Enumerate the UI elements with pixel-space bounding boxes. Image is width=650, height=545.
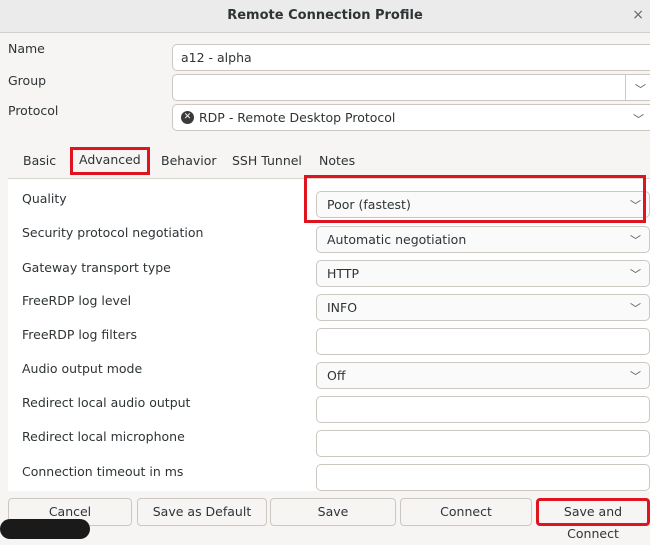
freerdp-log-level-value: INFO bbox=[327, 300, 358, 315]
chevron-down-icon: ﹀ bbox=[630, 234, 641, 247]
save-as-default-button[interactable]: Save as Default bbox=[137, 498, 267, 526]
redirect-audio-output-input[interactable] bbox=[316, 396, 650, 423]
freerdp-log-level-label: FreeRDP log level bbox=[22, 293, 132, 308]
chevron-down-icon[interactable]: ﹀ bbox=[635, 81, 646, 97]
save-button[interactable]: Save bbox=[270, 498, 396, 526]
protocol-select[interactable]: ✕ RDP - Remote Desktop Protocol ﹀ bbox=[172, 104, 650, 131]
freerdp-log-level-select[interactable]: INFO ﹀ bbox=[316, 294, 650, 321]
redirect-microphone-input[interactable] bbox=[316, 430, 650, 457]
audio-output-mode-value: Off bbox=[327, 368, 346, 383]
title-bar: Remote Connection Profile × bbox=[0, 0, 650, 33]
tab-notes[interactable]: Notes bbox=[319, 150, 355, 172]
security-negotiation-select[interactable]: Automatic negotiation ﹀ bbox=[316, 226, 650, 253]
window-title: Remote Connection Profile bbox=[227, 8, 423, 23]
chevron-down-icon[interactable]: ﹀ bbox=[633, 111, 644, 127]
connect-button[interactable]: Connect bbox=[400, 498, 532, 526]
freerdp-log-filters-label: FreeRDP log filters bbox=[22, 327, 137, 342]
action-bar: Cancel Save as Default Save Connect Save… bbox=[0, 498, 650, 541]
redirect-microphone-label: Redirect local microphone bbox=[22, 429, 185, 444]
redirect-audio-output-label: Redirect local audio output bbox=[22, 395, 191, 410]
protocol-value: RDP - Remote Desktop Protocol bbox=[199, 110, 396, 125]
overlay-pill bbox=[0, 519, 90, 539]
group-combo[interactable]: ﹀ bbox=[172, 74, 650, 101]
connection-timeout-label: Connection timeout in ms bbox=[22, 464, 184, 479]
security-negotiation-value: Automatic negotiation bbox=[327, 232, 467, 247]
connection-timeout-input[interactable] bbox=[316, 464, 650, 491]
group-label: Group bbox=[8, 73, 47, 88]
close-icon[interactable]: × bbox=[632, 7, 644, 23]
gateway-transport-select[interactable]: HTTP ﹀ bbox=[316, 260, 650, 287]
name-label: Name bbox=[8, 41, 45, 56]
name-value: a12 - alpha bbox=[181, 50, 252, 65]
advanced-panel: Quality Poor (fastest) ﹀ Security protoc… bbox=[8, 175, 650, 491]
gateway-transport-value: HTTP bbox=[327, 266, 359, 281]
group-combo-divider bbox=[625, 75, 626, 100]
chevron-down-icon: ﹀ bbox=[630, 268, 641, 281]
save-and-connect-button[interactable]: Save and Connect bbox=[536, 498, 650, 541]
gateway-transport-label: Gateway transport type bbox=[22, 260, 171, 275]
tab-basic[interactable]: Basic bbox=[23, 150, 56, 172]
tab-ssh-tunnel[interactable]: SSH Tunnel bbox=[232, 150, 302, 172]
audio-output-mode-select[interactable]: Off ﹀ bbox=[316, 362, 650, 389]
rdp-protocol-icon: ✕ bbox=[181, 111, 194, 124]
freerdp-log-filters-input[interactable] bbox=[316, 328, 650, 355]
security-negotiation-label: Security protocol negotiation bbox=[22, 225, 204, 240]
chevron-down-icon: ﹀ bbox=[630, 370, 641, 383]
quality-highlight-box bbox=[304, 175, 646, 223]
name-field[interactable]: a12 - alpha bbox=[172, 44, 650, 71]
audio-output-mode-label: Audio output mode bbox=[22, 361, 143, 376]
tab-behavior[interactable]: Behavior bbox=[161, 150, 217, 172]
quality-label: Quality bbox=[22, 191, 67, 206]
protocol-label: Protocol bbox=[8, 103, 59, 118]
tab-advanced[interactable]: Advanced bbox=[70, 147, 150, 175]
chevron-down-icon: ﹀ bbox=[630, 302, 641, 315]
tab-bar: Basic Advanced Behavior SSH Tunnel Notes bbox=[0, 142, 650, 178]
